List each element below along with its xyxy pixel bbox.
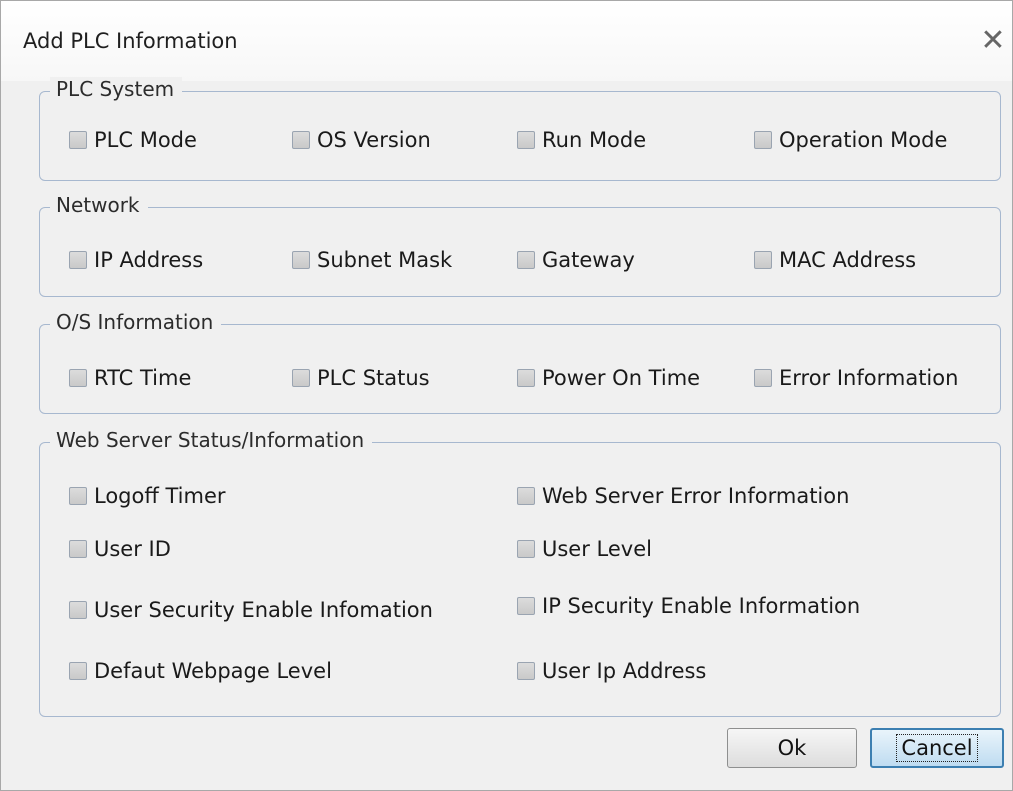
- checkbox-label: Run Mode: [542, 128, 647, 152]
- checkbox-defaut-webpage-level[interactable]: Defaut Webpage Level: [69, 659, 332, 683]
- checkbox-label: PLC Status: [317, 366, 430, 390]
- checkbox-label: Web Server Error Information: [542, 484, 850, 508]
- checkbox-os-version[interactable]: OS Version: [292, 128, 431, 152]
- checkbox-label: MAC Address: [779, 248, 917, 272]
- cancel-button[interactable]: Cancel: [870, 728, 1004, 768]
- checkbox-box[interactable]: [69, 487, 87, 505]
- checkbox-box[interactable]: [292, 369, 310, 387]
- checkbox-logoff-timer[interactable]: Logoff Timer: [69, 484, 226, 508]
- checkbox-box[interactable]: [754, 369, 772, 387]
- checkbox-label: Error Information: [779, 366, 959, 390]
- checkbox-user-id[interactable]: User ID: [69, 537, 171, 561]
- title-bar: Add PLC Information ✕: [1, 1, 1012, 81]
- checkbox-box[interactable]: [292, 131, 310, 149]
- checkbox-label: User Security Enable Infomation: [94, 598, 433, 622]
- group-plc-system: PLC System PLC Mode OS Version Run Mode …: [39, 77, 1001, 181]
- checkbox-user-security-enable-infomation[interactable]: User Security Enable Infomation: [69, 598, 433, 622]
- checkbox-label: OS Version: [317, 128, 431, 152]
- checkbox-label: IP Address: [94, 248, 204, 272]
- checkbox-box[interactable]: [517, 540, 535, 558]
- group-web-server-status: Web Server Status/Information Logoff Tim…: [39, 428, 1001, 717]
- checkbox-operation-mode[interactable]: Operation Mode: [754, 128, 947, 152]
- group-legend: Network: [50, 193, 148, 217]
- checkbox-label: IP Security Enable Information: [542, 594, 861, 618]
- checkbox-user-ip-address[interactable]: User Ip Address: [517, 659, 706, 683]
- checkbox-run-mode[interactable]: Run Mode: [517, 128, 646, 152]
- checkbox-label: Power On Time: [542, 366, 701, 390]
- checkbox-box[interactable]: [517, 131, 535, 149]
- checkbox-label: User ID: [94, 537, 171, 561]
- add-plc-information-dialog: Add PLC Information ✕ PLC System PLC Mod…: [0, 0, 1013, 791]
- checkbox-error-information[interactable]: Error Information: [754, 366, 958, 390]
- checkbox-box[interactable]: [69, 540, 87, 558]
- group-legend: Web Server Status/Information: [50, 428, 373, 452]
- checkbox-box[interactable]: [69, 251, 87, 269]
- checkbox-box[interactable]: [517, 369, 535, 387]
- checkbox-label: Defaut Webpage Level: [94, 659, 332, 683]
- checkbox-label: Subnet Mask: [317, 248, 453, 272]
- checkbox-power-on-time[interactable]: Power On Time: [517, 366, 700, 390]
- checkbox-label: User Ip Address: [542, 659, 707, 683]
- checkbox-plc-status[interactable]: PLC Status: [292, 366, 430, 390]
- checkbox-subnet-mask[interactable]: Subnet Mask: [292, 248, 452, 272]
- group-network: Network IP Address Subnet Mask Gateway M…: [39, 193, 1001, 297]
- checkbox-label: User Level: [542, 537, 652, 561]
- checkbox-mac-address[interactable]: MAC Address: [754, 248, 916, 272]
- dialog-title: Add PLC Information: [23, 29, 238, 53]
- checkbox-box[interactable]: [517, 251, 535, 269]
- checkbox-user-level[interactable]: User Level: [517, 537, 652, 561]
- checkbox-web-server-error-information[interactable]: Web Server Error Information: [517, 484, 849, 508]
- checkbox-gateway[interactable]: Gateway: [517, 248, 635, 272]
- group-legend: PLC System: [50, 77, 183, 101]
- checkbox-box[interactable]: [754, 131, 772, 149]
- checkbox-label: Gateway: [542, 248, 635, 272]
- checkbox-box[interactable]: [517, 597, 535, 615]
- checkbox-box[interactable]: [292, 251, 310, 269]
- checkbox-label: PLC Mode: [94, 128, 197, 152]
- checkbox-box[interactable]: [69, 601, 87, 619]
- close-icon[interactable]: ✕: [976, 23, 1010, 59]
- checkbox-plc-mode[interactable]: PLC Mode: [69, 128, 197, 152]
- checkbox-label: Operation Mode: [779, 128, 948, 152]
- checkbox-ip-address[interactable]: IP Address: [69, 248, 203, 272]
- checkbox-box[interactable]: [517, 662, 535, 680]
- checkbox-box[interactable]: [69, 369, 87, 387]
- checkbox-rtc-time[interactable]: RTC Time: [69, 366, 191, 390]
- checkbox-label: RTC Time: [94, 366, 192, 390]
- checkbox-box[interactable]: [69, 662, 87, 680]
- checkbox-box[interactable]: [517, 487, 535, 505]
- ok-button[interactable]: Ok: [727, 728, 857, 768]
- checkbox-box[interactable]: [754, 251, 772, 269]
- checkbox-ip-security-enable-information[interactable]: IP Security Enable Information: [517, 594, 860, 618]
- group-os-information: O/S Information RTC Time PLC Status Powe…: [39, 310, 1001, 414]
- checkbox-box[interactable]: [69, 131, 87, 149]
- group-legend: O/S Information: [50, 310, 222, 334]
- cancel-button-label: Cancel: [896, 734, 978, 762]
- checkbox-label: Logoff Timer: [94, 484, 226, 508]
- ok-button-label: Ok: [777, 736, 807, 760]
